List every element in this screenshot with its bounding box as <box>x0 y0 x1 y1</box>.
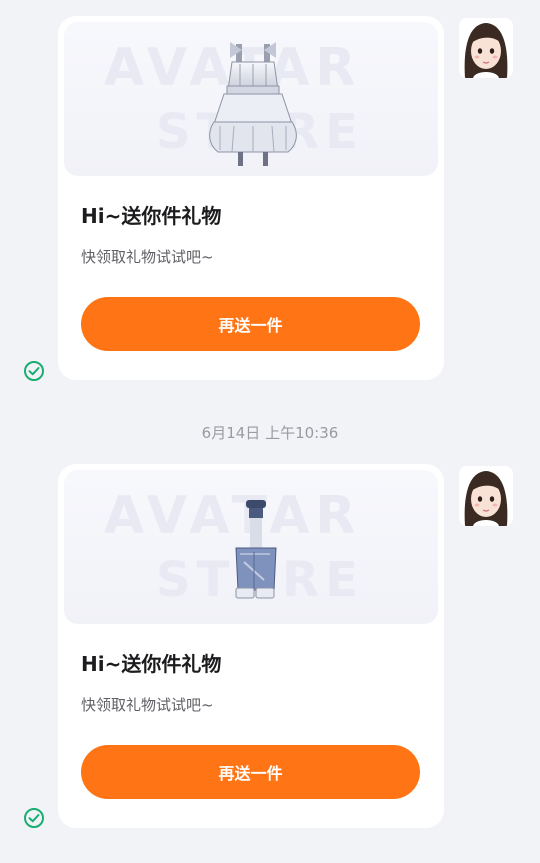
girl-avatar-icon <box>459 466 513 526</box>
check-circle-icon <box>24 808 44 828</box>
check-circle-icon <box>24 361 44 381</box>
girl-avatar-icon <box>459 18 513 78</box>
gift-image[interactable]: AVATAR STORE <box>64 22 438 176</box>
chat-message: AVATAR STORE Hi~送你件礼物 快领取礼物试试吧~ 再送一件 <box>0 448 540 863</box>
gift-card[interactable]: AVATAR STORE Hi~送你件礼物 快领取礼物试试吧~ 再送一件 <box>58 464 444 828</box>
gift-subtitle: 快领取礼物试试吧~ <box>81 248 214 266</box>
send-another-button[interactable]: 再送一件 <box>81 745 420 799</box>
chat-message: AVATAR STORE <box>0 0 540 400</box>
dress-icon <box>209 42 297 166</box>
send-another-button[interactable]: 再送一件 <box>81 297 420 351</box>
jeans-icon <box>235 500 277 599</box>
avatar[interactable] <box>459 466 513 526</box>
gift-subtitle: 快领取礼物试试吧~ <box>81 696 214 714</box>
message-timestamp: 6月14日 上午10:36 <box>201 424 339 442</box>
avatar[interactable] <box>459 18 513 78</box>
gift-card[interactable]: AVATAR STORE <box>58 16 444 380</box>
gift-image[interactable]: AVATAR STORE <box>64 470 438 624</box>
gift-title: Hi~送你件礼物 <box>81 652 222 676</box>
gift-title: Hi~送你件礼物 <box>81 204 222 228</box>
